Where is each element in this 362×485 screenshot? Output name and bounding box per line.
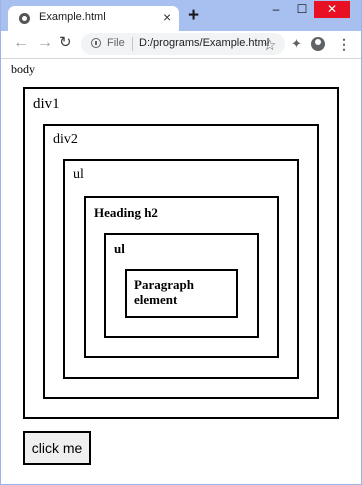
body-label: body [11,62,35,76]
profile-avatar-icon[interactable] [311,37,325,51]
heading-label: Heading h2 [94,205,158,220]
bookmark-star-icon[interactable]: ☆ [263,36,276,56]
window-close-button[interactable]: ✕ [314,1,350,18]
address-scheme-label: File [107,37,125,49]
address-bar[interactable]: File D:/programs/Example.html ☆ [81,33,285,55]
extensions-icon[interactable]: ✦ [291,35,302,53]
new-tab-button[interactable]: + [188,6,199,26]
div1-label: div1 [33,96,60,112]
forward-arrow-icon[interactable]: → [37,33,53,53]
address-url[interactable]: D:/programs/Example.html [139,37,269,49]
tab-example[interactable]: Example.html × [8,6,179,31]
browser-window: Example.html × + – ☐ ✕ ← → ↻ File D:/pro… [1,0,361,484]
div2-label: div2 [53,132,78,147]
outer-ul-label: ul [73,167,84,182]
click-me-button[interactable]: click me [23,431,91,465]
menu-icon[interactable]: ⋮ [337,34,351,54]
minimize-button[interactable]: – [265,1,287,18]
paragraph-box[interactable]: Paragraph element [125,269,238,318]
page-content: body div1 div2 ul Heading h2 ul Paragrap… [1,59,361,484]
paragraph-label: Paragraph element [134,277,194,307]
back-arrow-icon[interactable]: ← [13,33,29,53]
address-separator [132,37,133,51]
inner-ul-label: ul [114,241,125,256]
tab-title: Example.html [39,11,106,23]
maximize-button[interactable]: ☐ [291,1,313,18]
tab-strip: Example.html × + – ☐ ✕ [1,0,361,31]
close-icon[interactable]: × [163,9,171,25]
globe-icon [19,13,30,24]
browser-toolbar: ← → ↻ File D:/programs/Example.html ☆ ✦ … [1,31,361,59]
reload-icon[interactable]: ↻ [59,33,72,53]
info-icon[interactable] [91,38,101,48]
